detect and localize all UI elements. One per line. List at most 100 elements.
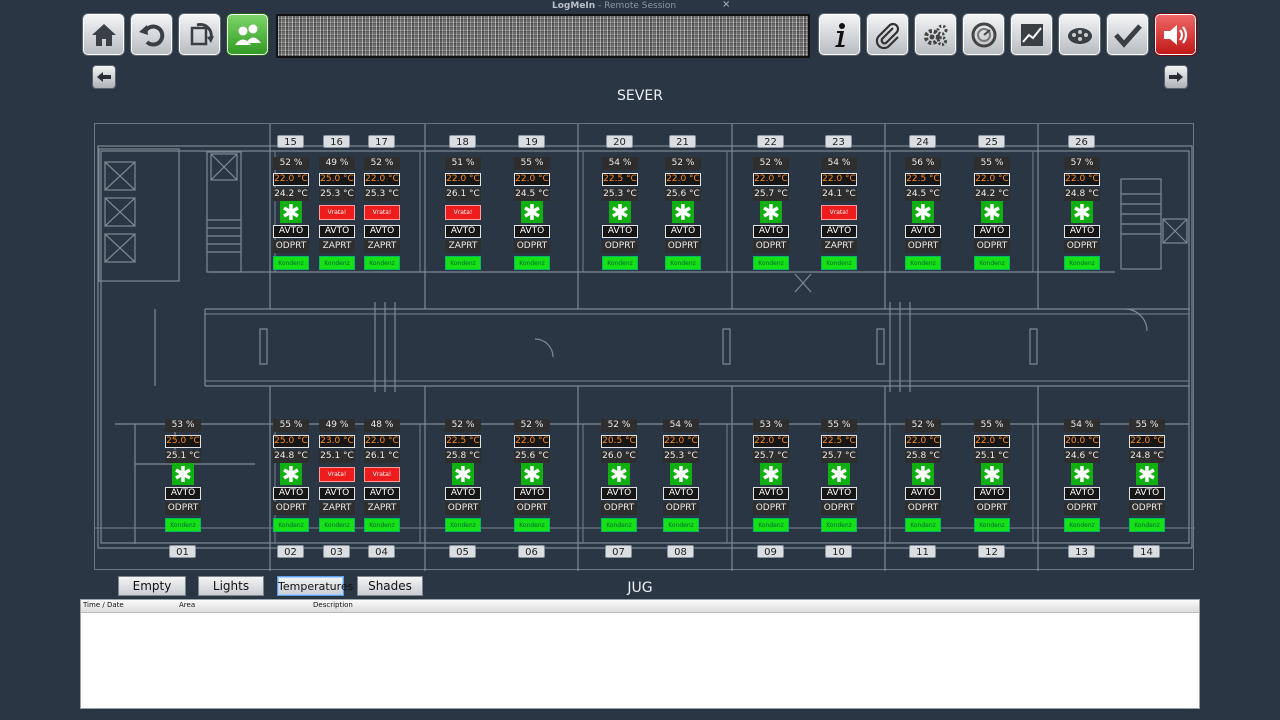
mode-button[interactable]: AVTO: [165, 487, 201, 500]
condensation-button[interactable]: Kondenz: [273, 256, 309, 270]
setpoint-readout[interactable]: 22.0 °C: [753, 435, 789, 448]
condensation-button[interactable]: Kondenz: [753, 256, 789, 270]
mode-button[interactable]: AVTO: [514, 225, 550, 238]
setpoint-readout[interactable]: 22.0 °C: [663, 435, 699, 448]
cooling-snowflake-icon[interactable]: ✱: [452, 463, 474, 485]
condensation-button[interactable]: Kondenz: [665, 256, 701, 270]
mode-button[interactable]: AVTO: [821, 225, 857, 238]
room-number-05[interactable]: 05: [449, 545, 476, 558]
cooling-snowflake-icon[interactable]: ✱: [760, 201, 782, 223]
column-description[interactable]: Description: [313, 601, 353, 609]
cooling-snowflake-icon[interactable]: ✱: [912, 463, 934, 485]
setpoint-readout[interactable]: 22.0 °C: [273, 173, 309, 186]
tab-temperatures[interactable]: Temperatures: [277, 576, 353, 596]
door-alarm-indicator[interactable]: Vrata!: [319, 467, 355, 482]
condensation-button[interactable]: Kondenz: [165, 518, 201, 532]
room-number-08[interactable]: 08: [667, 545, 694, 558]
setpoint-readout[interactable]: 22.0 °C: [1064, 173, 1100, 186]
room-number-11[interactable]: 11: [909, 545, 936, 558]
room-number-24[interactable]: 24: [909, 135, 936, 148]
cooling-snowflake-icon[interactable]: ✱: [981, 201, 1003, 223]
mode-button[interactable]: AVTO: [445, 225, 481, 238]
home-button[interactable]: [82, 13, 125, 56]
cooling-snowflake-icon[interactable]: ✱: [609, 201, 631, 223]
mode-button[interactable]: AVTO: [319, 225, 355, 238]
mode-button[interactable]: AVTO: [364, 225, 400, 238]
cooling-snowflake-icon[interactable]: ✱: [521, 463, 543, 485]
tab-empty[interactable]: Empty: [118, 576, 186, 596]
setpoint-readout[interactable]: 22.5 °C: [445, 435, 481, 448]
setpoint-readout[interactable]: 20.5 °C: [601, 435, 637, 448]
mode-button[interactable]: AVTO: [1129, 487, 1165, 500]
settings-button[interactable]: [914, 13, 957, 56]
sound-alarm-button[interactable]: [1154, 13, 1197, 56]
cooling-snowflake-icon[interactable]: ✱: [760, 463, 782, 485]
condensation-button[interactable]: Kondenz: [602, 256, 638, 270]
cooling-snowflake-icon[interactable]: ✱: [1071, 463, 1093, 485]
room-number-03[interactable]: 03: [323, 545, 350, 558]
setpoint-readout[interactable]: 22.5 °C: [821, 435, 857, 448]
condensation-button[interactable]: Kondenz: [319, 518, 355, 532]
room-number-22[interactable]: 22: [757, 135, 784, 148]
next-floor-button[interactable]: [1164, 65, 1188, 89]
condensation-button[interactable]: Kondenz: [1064, 518, 1100, 532]
condensation-button[interactable]: Kondenz: [905, 518, 941, 532]
room-number-14[interactable]: 14: [1133, 545, 1160, 558]
column-time-date[interactable]: Time / Date: [83, 601, 124, 609]
cooling-snowflake-icon[interactable]: ✱: [1136, 463, 1158, 485]
mode-button[interactable]: AVTO: [364, 487, 400, 500]
room-number-09[interactable]: 09: [757, 545, 784, 558]
setpoint-readout[interactable]: 20.0 °C: [1064, 435, 1100, 448]
setpoint-readout[interactable]: 22.5 °C: [602, 173, 638, 186]
room-number-16[interactable]: 16: [323, 135, 350, 148]
setpoint-readout[interactable]: 23.0 °C: [319, 435, 355, 448]
room-number-25[interactable]: 25: [978, 135, 1005, 148]
mode-button[interactable]: AVTO: [1064, 487, 1100, 500]
condensation-button[interactable]: Kondenz: [974, 518, 1010, 532]
room-number-23[interactable]: 23: [825, 135, 852, 148]
room-number-26[interactable]: 26: [1068, 135, 1095, 148]
setpoint-readout[interactable]: 22.0 °C: [364, 435, 400, 448]
cooling-snowflake-icon[interactable]: ✱: [172, 463, 194, 485]
setpoint-readout[interactable]: 25.0 °C: [319, 173, 355, 186]
room-number-13[interactable]: 13: [1068, 545, 1095, 558]
chart-button[interactable]: [1010, 13, 1053, 56]
condensation-button[interactable]: Kondenz: [364, 256, 400, 270]
mode-button[interactable]: AVTO: [905, 225, 941, 238]
room-number-04[interactable]: 04: [368, 545, 395, 558]
room-number-18[interactable]: 18: [449, 135, 476, 148]
confirm-button[interactable]: [1106, 13, 1149, 56]
setpoint-readout[interactable]: 22.5 °C: [905, 173, 941, 186]
attach-button[interactable]: [866, 13, 909, 56]
condensation-button[interactable]: Kondenz: [273, 518, 309, 532]
condensation-button[interactable]: Kondenz: [905, 256, 941, 270]
room-number-10[interactable]: 10: [825, 545, 852, 558]
setpoint-readout[interactable]: 22.0 °C: [974, 435, 1010, 448]
mode-button[interactable]: AVTO: [821, 487, 857, 500]
mode-button[interactable]: AVTO: [1064, 225, 1100, 238]
condensation-button[interactable]: Kondenz: [445, 256, 481, 270]
cooling-snowflake-icon[interactable]: ✱: [981, 463, 1003, 485]
room-number-20[interactable]: 20: [606, 135, 633, 148]
door-alarm-indicator[interactable]: Vrata!: [319, 205, 355, 220]
room-number-19[interactable]: 19: [518, 135, 545, 148]
condensation-button[interactable]: Kondenz: [1064, 256, 1100, 270]
room-number-12[interactable]: 12: [978, 545, 1005, 558]
undo-button[interactable]: [130, 13, 173, 56]
door-alarm-indicator[interactable]: Vrata!: [364, 205, 400, 220]
cooling-snowflake-icon[interactable]: ✱: [670, 463, 692, 485]
condensation-button[interactable]: Kondenz: [753, 518, 789, 532]
setpoint-readout[interactable]: 22.0 °C: [1129, 435, 1165, 448]
previous-floor-button[interactable]: [92, 65, 116, 89]
mode-button[interactable]: AVTO: [514, 487, 550, 500]
setpoint-readout[interactable]: 22.0 °C: [445, 173, 481, 186]
session-close-icon[interactable]: ×: [722, 0, 730, 10]
column-area[interactable]: Area: [179, 601, 195, 609]
cooling-snowflake-icon[interactable]: ✱: [912, 201, 934, 223]
mode-button[interactable]: AVTO: [273, 487, 309, 500]
room-number-06[interactable]: 06: [518, 545, 545, 558]
tab-shades[interactable]: Shades: [357, 576, 423, 596]
mode-button[interactable]: AVTO: [974, 487, 1010, 500]
refresh-button[interactable]: [178, 13, 221, 56]
condensation-button[interactable]: Kondenz: [514, 518, 550, 532]
